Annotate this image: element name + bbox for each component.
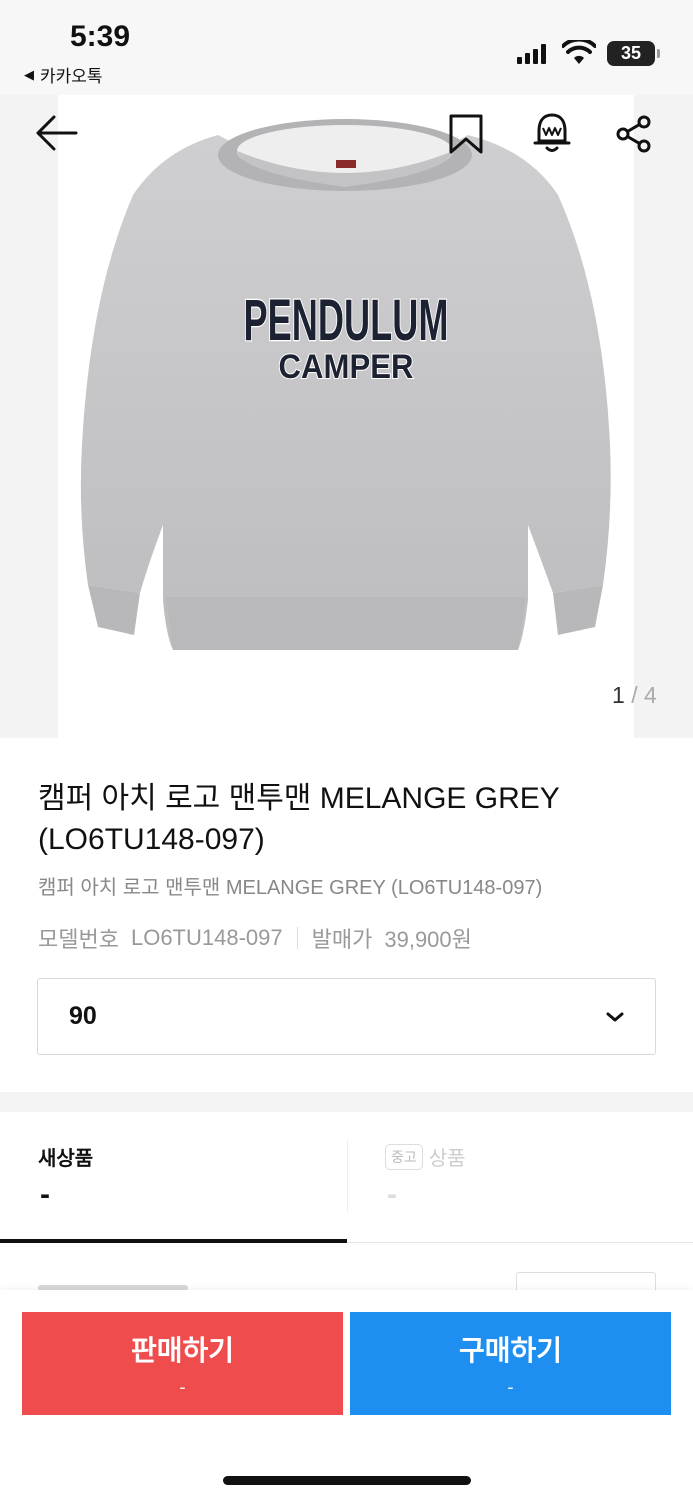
sell-button-label: 판매하기 <box>130 1335 235 1366</box>
logo-line-1: PENDULUM <box>244 288 449 353</box>
price-alert-button[interactable] <box>530 110 574 156</box>
buy-button-price: - <box>507 1377 514 1397</box>
bell-alert-icon <box>533 113 571 152</box>
product-meta: 모델번호 LO6TU148-097 발매가 39,900원 <box>38 922 472 954</box>
bookmark-icon <box>449 114 483 154</box>
back-to-app-link[interactable]: ◀ 카카오톡 <box>24 62 103 87</box>
tab-used-label: 상품 <box>428 1148 466 1170</box>
page-total: 4 <box>643 682 657 708</box>
used-badge: 중고 <box>385 1143 423 1170</box>
meta-divider <box>296 927 298 949</box>
chevron-down-icon <box>606 1012 624 1021</box>
product-subtitle: 캠퍼 아치 로고 맨투맨 MELANGE GREY (LO6TU148-097) <box>38 877 543 899</box>
section-separator <box>0 1092 693 1112</box>
tab-new-price: - <box>40 1178 50 1211</box>
release-price-value: 39,900원 <box>384 927 472 952</box>
home-indicator[interactable] <box>223 1476 471 1485</box>
share-button[interactable] <box>614 113 654 155</box>
size-select[interactable]: 90 <box>37 978 656 1055</box>
tab-used-label-group: 중고 상품 <box>385 1142 466 1171</box>
back-button[interactable] <box>33 113 79 153</box>
product-image-area[interactable]: PENDULUM CAMPER 1 / 4 <box>0 0 693 738</box>
status-time: 5:39 <box>70 20 131 53</box>
bookmark-button[interactable] <box>446 112 486 156</box>
active-tab-indicator <box>0 1239 347 1243</box>
tab-used-price: - <box>387 1178 397 1211</box>
page-separator: / <box>631 682 638 708</box>
sell-button-price: - <box>179 1377 186 1397</box>
release-price-label: 발매가 <box>311 927 373 952</box>
bottom-action-bar: 판매하기 - 구매하기 - <box>0 1290 693 1500</box>
model-number-value: LO6TU148-097 <box>130 925 283 950</box>
logo-line-2: CAMPER <box>279 348 414 386</box>
back-triangle-icon: ◀ <box>24 66 34 82</box>
wifi-icon <box>562 40 596 64</box>
share-icon <box>616 115 651 153</box>
cellular-signal-icon <box>517 44 546 64</box>
product-title: 캠퍼 아치 로고 맨투맨 MELANGE GREY (LO6TU148-097) <box>38 782 560 856</box>
model-number-label: 모델번호 <box>38 927 119 952</box>
image-page-indicator: 1 / 4 <box>612 682 657 709</box>
page-current: 1 <box>612 682 625 708</box>
tab-divider <box>347 1140 348 1212</box>
buy-button[interactable]: 구매하기 - <box>350 1312 671 1415</box>
tab-new-label: 새상품 <box>38 1148 94 1170</box>
battery-indicator: 35 <box>607 41 660 66</box>
buy-button-label: 구매하기 <box>458 1335 563 1366</box>
tab-new-product[interactable]: 새상품 - <box>0 1112 346 1243</box>
size-select-value: 90 <box>69 1002 97 1030</box>
sell-button[interactable]: 판매하기 - <box>22 1312 343 1415</box>
back-app-label: 카카오톡 <box>40 67 103 86</box>
status-bar: 5:39 ◀ 카카오톡 35 <box>0 0 693 95</box>
tab-used-product[interactable]: 중고 상품 - <box>347 1112 693 1243</box>
arrow-left-icon <box>36 115 78 151</box>
